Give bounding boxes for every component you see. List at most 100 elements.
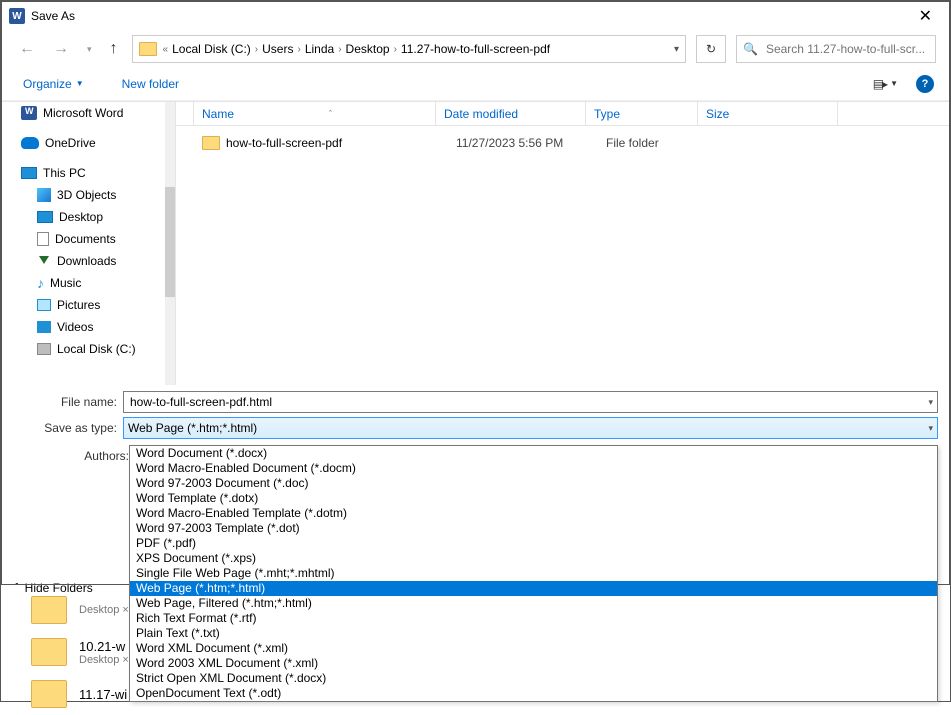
saveastype-select[interactable]: Web Page (*.htm;*.html) ▾ bbox=[123, 417, 938, 439]
dropdown-option[interactable]: Word 97-2003 Document (*.doc) bbox=[130, 476, 937, 491]
tree-item-thispc[interactable]: This PC bbox=[1, 162, 175, 184]
breadcrumb-item[interactable]: Linda bbox=[305, 42, 334, 56]
new-folder-label: New folder bbox=[122, 77, 179, 91]
search-box[interactable]: 🔍 bbox=[736, 35, 936, 63]
organize-label: Organize bbox=[23, 77, 72, 91]
saveastype-label: Save as type: bbox=[13, 421, 123, 435]
dropdown-option[interactable]: Web Page (*.htm;*.html) bbox=[130, 581, 937, 596]
dropdown-option[interactable]: Strict Open XML Document (*.docx) bbox=[130, 671, 937, 686]
recent-dropdown[interactable]: ▾ bbox=[83, 42, 96, 57]
window-title: Save As bbox=[31, 9, 75, 23]
chevron-down-icon: ▼ bbox=[890, 79, 898, 88]
dropdown-option[interactable]: OpenDocument Text (*.odt) bbox=[130, 686, 937, 701]
tree-label: Desktop bbox=[59, 210, 103, 224]
dropdown-option[interactable]: PDF (*.pdf) bbox=[130, 536, 937, 551]
tree-label: Pictures bbox=[57, 298, 100, 312]
file-type-cell: File folder bbox=[598, 136, 710, 150]
view-icon: ▤▸ bbox=[873, 77, 886, 91]
tree-label: This PC bbox=[43, 166, 86, 180]
filename-input[interactable] bbox=[128, 394, 928, 410]
tree-item-word[interactable]: Microsoft Word bbox=[1, 102, 175, 124]
breadcrumb-item[interactable]: 11.27-how-to-full-screen-pdf bbox=[401, 42, 550, 56]
search-input[interactable] bbox=[764, 41, 929, 57]
tree-item-documents[interactable]: Documents bbox=[1, 228, 175, 250]
chevron-right-icon: › bbox=[255, 44, 258, 55]
organize-button[interactable]: Organize ▼ bbox=[17, 73, 90, 95]
address-dropdown[interactable]: ▾ bbox=[674, 44, 679, 55]
dropdown-option[interactable]: Word Macro-Enabled Template (*.dotm) bbox=[130, 506, 937, 521]
music-icon: ♪ bbox=[37, 276, 44, 290]
column-type[interactable]: Type bbox=[586, 102, 698, 125]
filename-input-wrapper[interactable]: ▾ bbox=[123, 391, 938, 413]
tree-item-3dobjects[interactable]: 3D Objects bbox=[1, 184, 175, 206]
dropdown-option[interactable]: Word Document (*.docx) bbox=[130, 446, 937, 461]
titlebar: W Save As ✕ bbox=[1, 1, 950, 31]
chevron-down-icon: ▼ bbox=[76, 79, 84, 88]
close-button[interactable]: ✕ bbox=[909, 2, 942, 30]
file-row[interactable]: how-to-full-screen-pdf 11/27/2023 5:56 P… bbox=[176, 132, 950, 154]
word-icon bbox=[21, 106, 37, 120]
dropdown-option[interactable]: Word Template (*.dotx) bbox=[130, 491, 937, 506]
view-options-button[interactable]: ▤▸ ▼ bbox=[867, 73, 904, 95]
tree-label: Downloads bbox=[57, 254, 116, 268]
dropdown-option[interactable]: Plain Text (*.txt) bbox=[130, 626, 937, 641]
breadcrumb-item[interactable]: Local Disk (C:) bbox=[172, 42, 251, 56]
dropdown-option[interactable]: Word XML Document (*.xml) bbox=[130, 641, 937, 656]
navigation-tree[interactable]: Microsoft Word OneDrive This PC 3D Objec… bbox=[1, 102, 176, 385]
chevron-right-icon: › bbox=[394, 44, 397, 55]
dropdown-option[interactable]: Rich Text Format (*.rtf) bbox=[130, 611, 937, 626]
breadcrumb-item[interactable]: Desktop bbox=[346, 42, 390, 56]
column-size[interactable]: Size bbox=[698, 102, 838, 125]
up-button[interactable]: ↑ bbox=[106, 38, 122, 60]
tree-item-pictures[interactable]: Pictures bbox=[1, 294, 175, 316]
dropdown-option[interactable]: Word 2003 XML Document (*.xml) bbox=[130, 656, 937, 671]
tree-label: Videos bbox=[57, 320, 93, 334]
column-date[interactable]: Date modified bbox=[436, 102, 586, 125]
scrollbar-thumb[interactable] bbox=[165, 187, 175, 297]
tree-item-music[interactable]: ♪ Music bbox=[1, 272, 175, 294]
dropdown-option[interactable]: Word Macro-Enabled Document (*.docm) bbox=[130, 461, 937, 476]
column-name[interactable]: Nameˆ bbox=[194, 102, 436, 125]
search-icon: 🔍 bbox=[743, 42, 758, 56]
bg-loc: Desktop × bbox=[79, 604, 129, 616]
pictures-icon bbox=[37, 299, 51, 311]
dropdown-option[interactable]: Web Page, Filtered (*.htm;*.html) bbox=[130, 596, 937, 611]
chevron-right-icon: › bbox=[338, 44, 341, 55]
folder-icon bbox=[202, 136, 220, 150]
download-icon bbox=[37, 254, 51, 268]
chevron-down-icon[interactable]: ▾ bbox=[928, 397, 933, 408]
tree-item-downloads[interactable]: Downloads bbox=[1, 250, 175, 272]
tree-item-desktop[interactable]: Desktop bbox=[1, 206, 175, 228]
onedrive-icon bbox=[21, 137, 39, 149]
tree-label: Music bbox=[50, 276, 81, 290]
new-folder-button[interactable]: New folder bbox=[116, 73, 185, 95]
tree-item-localdisk[interactable]: Local Disk (C:) bbox=[1, 338, 175, 360]
main-area: Microsoft Word OneDrive This PC 3D Objec… bbox=[1, 101, 950, 385]
tree-label: Local Disk (C:) bbox=[57, 342, 136, 356]
folder-icon bbox=[31, 638, 67, 666]
folder-icon bbox=[31, 680, 67, 708]
cube-icon bbox=[37, 188, 51, 202]
chevron-right-icon: « bbox=[163, 44, 169, 55]
folder-icon bbox=[31, 596, 67, 624]
tree-item-videos[interactable]: Videos bbox=[1, 316, 175, 338]
address-bar[interactable]: « Local Disk (C:) › Users › Linda › Desk… bbox=[132, 35, 686, 63]
help-button[interactable]: ? bbox=[916, 75, 934, 93]
dropdown-option[interactable]: XPS Document (*.xps) bbox=[130, 551, 937, 566]
breadcrumb-item[interactable]: Users bbox=[262, 42, 293, 56]
refresh-button[interactable]: ↻ bbox=[696, 35, 726, 63]
saveastype-value: Web Page (*.htm;*.html) bbox=[128, 421, 257, 435]
chevron-down-icon[interactable]: ▾ bbox=[928, 423, 933, 434]
tree-item-onedrive[interactable]: OneDrive bbox=[1, 132, 175, 154]
dropdown-option[interactable]: Single File Web Page (*.mht;*.mhtml) bbox=[130, 566, 937, 581]
dropdown-option[interactable]: Word 97-2003 Template (*.dot) bbox=[130, 521, 937, 536]
caret-up-icon: ˆ bbox=[234, 109, 427, 119]
tree-label: Microsoft Word bbox=[43, 106, 123, 120]
word-app-icon: W bbox=[9, 8, 25, 24]
column-headers: Nameˆ Date modified Type Size bbox=[176, 102, 950, 126]
back-button[interactable]: ← bbox=[15, 38, 39, 60]
saveastype-dropdown[interactable]: Word Document (*.docx)Word Macro-Enabled… bbox=[129, 445, 938, 702]
file-name-cell: how-to-full-screen-pdf bbox=[194, 136, 448, 150]
forward-button[interactable]: → bbox=[49, 38, 73, 60]
tree-label: 3D Objects bbox=[57, 188, 116, 202]
